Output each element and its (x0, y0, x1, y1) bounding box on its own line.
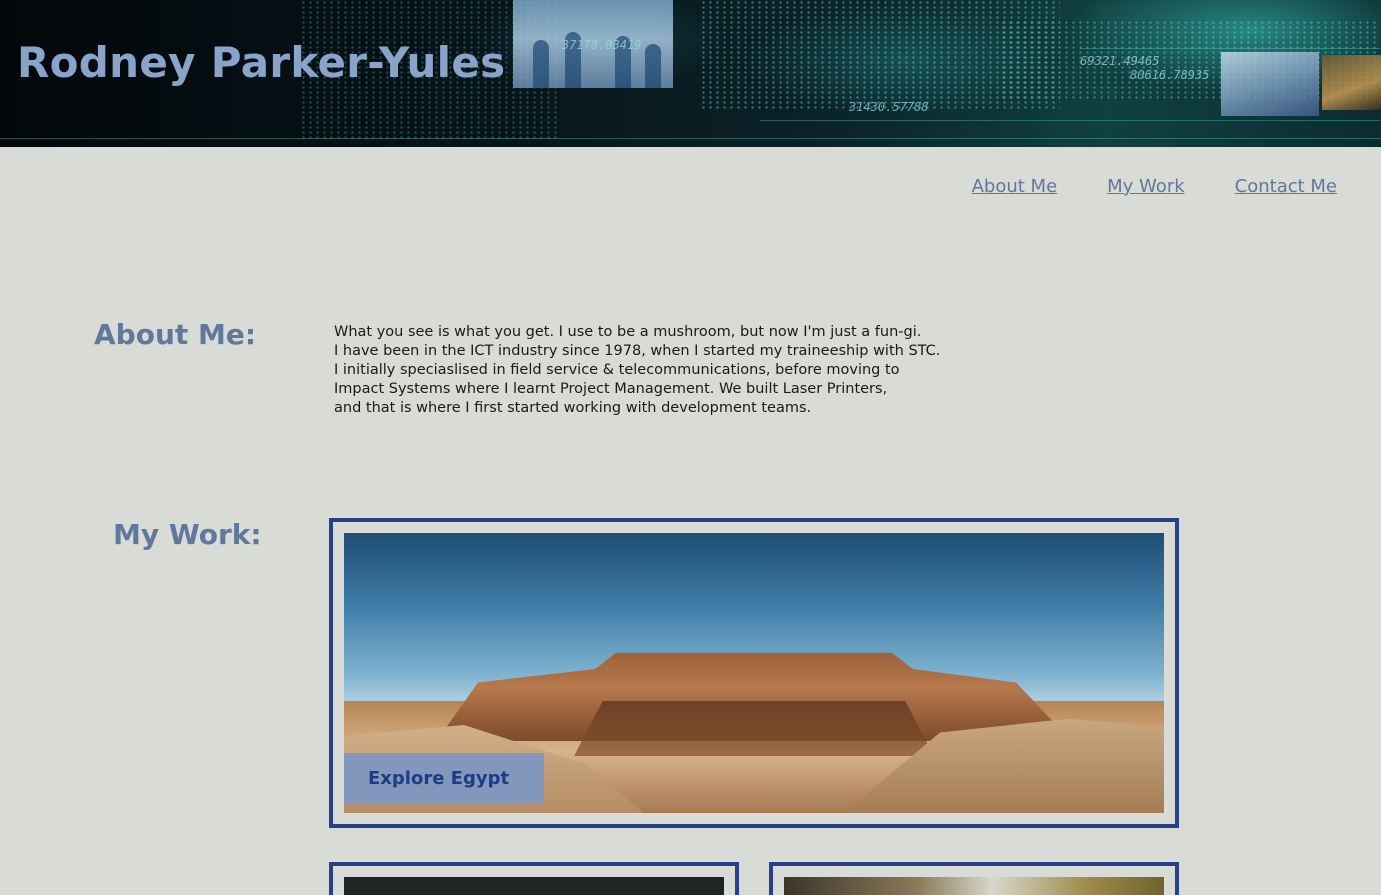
explore-egypt-button[interactable]: Explore Egypt (344, 753, 544, 803)
project-card-2 (329, 862, 739, 895)
site-title: Rodney Parker-Yules (17, 38, 506, 87)
banner-photo-crowd (1322, 55, 1381, 110)
about-line: I initially speciaslised in field servic… (334, 362, 900, 378)
project-image (784, 877, 1164, 895)
banner-grid-line (1080, 48, 1380, 49)
project-image (344, 877, 724, 895)
project-card-egypt: Explore Egypt (329, 518, 1179, 828)
nav-link-about-me[interactable]: About Me (972, 176, 1058, 197)
person-silhouette (533, 40, 549, 88)
about-line: I have been in the ICT industry since 19… (334, 343, 941, 359)
project-card-3 (769, 862, 1179, 895)
header-banner: 37178.03419 69321.49465 80616.78935 3143… (0, 0, 1381, 147)
about-text: What you see is what you get. I use to b… (334, 323, 940, 418)
banner-photo-presenter (1221, 52, 1319, 116)
about-line: Impact Systems where I learnt Project Ma… (334, 381, 888, 397)
banner-number: 69321.49465 (1080, 54, 1160, 68)
work-heading: My Work: (113, 518, 262, 551)
banner-number: 31430.57788 (849, 100, 929, 114)
about-line: and that is where I first started workin… (334, 400, 812, 416)
about-heading: About Me: (94, 318, 257, 351)
banner-number: 37178.03419 (562, 38, 642, 52)
nav-link-contact-me[interactable]: Contact Me (1235, 176, 1337, 197)
egypt-ziggurat-image: Explore Egypt (344, 533, 1164, 813)
banner-number: 80616.78935 (1130, 68, 1210, 82)
nav-link-my-work[interactable]: My Work (1107, 176, 1184, 197)
about-line: What you see is what you get. I use to b… (334, 324, 922, 340)
image-ziggurat-shade (574, 701, 934, 756)
person-silhouette (645, 44, 661, 88)
main-nav: About Me My Work Contact Me (972, 176, 1337, 197)
banner-grid-line (0, 138, 1381, 139)
banner-grid-line (760, 120, 1380, 121)
